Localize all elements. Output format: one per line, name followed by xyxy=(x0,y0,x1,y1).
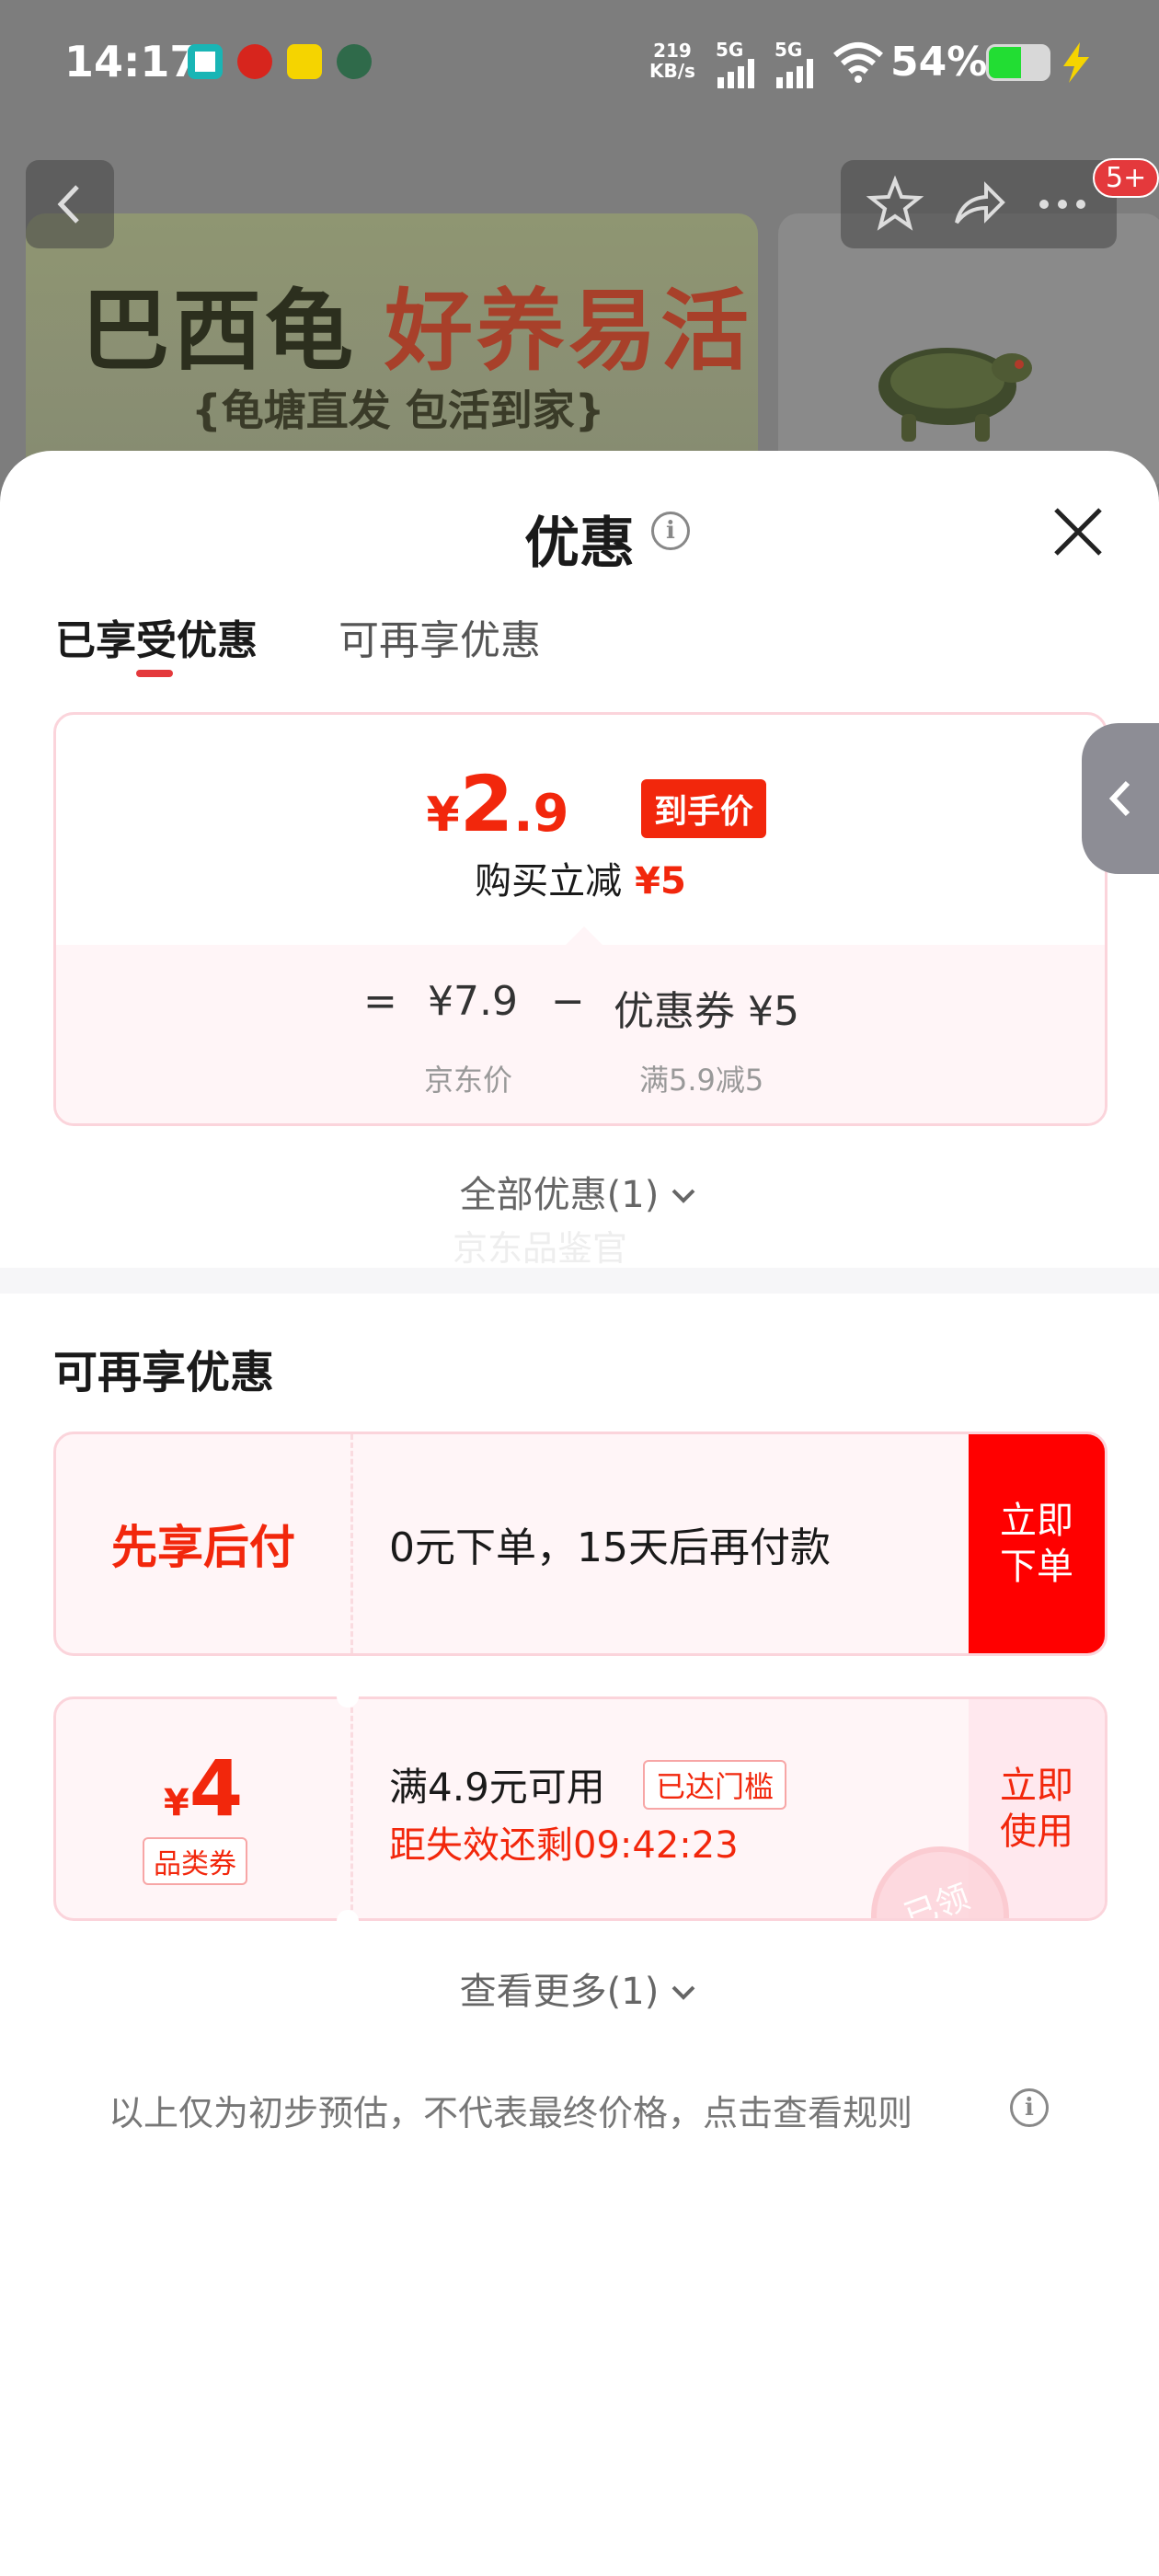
coupon-deduction: 优惠券 ¥5 xyxy=(614,988,799,1035)
sheet-title: 优惠 xyxy=(524,512,635,576)
rules-info-icon[interactable]: i xyxy=(1010,2088,1049,2127)
price-formula-panel xyxy=(56,945,1105,1123)
card-notch xyxy=(564,926,604,947)
base-price-label: 京东价 xyxy=(424,1063,513,1098)
battery-fill xyxy=(989,47,1021,78)
battery-percent: 54% xyxy=(890,39,988,86)
saving-label: 购买立减 xyxy=(475,860,623,903)
ticket-cutout xyxy=(337,1910,359,1932)
coupon-currency: ¥ xyxy=(163,1782,189,1824)
notification-badge: 5+ xyxy=(1093,158,1159,198)
app-notification-icon xyxy=(188,44,223,79)
banner-title: 巴西龟 好养易活 xyxy=(81,259,752,387)
order-now-button[interactable]: 立即 下单 xyxy=(969,1434,1105,1653)
bnpl-description: 0元下单，15天后再付款 xyxy=(389,1524,831,1571)
side-drawer-handle[interactable] xyxy=(1082,723,1159,874)
app-notification-icon xyxy=(237,44,272,79)
all-offers-toggle[interactable]: 全部优惠(1) xyxy=(0,1165,1159,1218)
base-price: ¥7.9 xyxy=(428,978,518,1025)
signal-bars-icon xyxy=(776,59,813,88)
wifi-icon xyxy=(833,42,883,83)
bnpl-offer-card: 先享后付 0元下单，15天后再付款 立即 下单 xyxy=(53,1432,1107,1656)
coupon-category-tag: 品类券 xyxy=(143,1837,247,1885)
coupon-amount: ¥4 xyxy=(56,1743,350,1834)
banner-title-b: 好养易活 xyxy=(384,280,752,383)
signal-2-label: 5G xyxy=(775,39,803,61)
all-offers-label: 全部优惠(1) xyxy=(459,1174,660,1216)
app-notification-icon xyxy=(287,44,322,79)
more-icon[interactable] xyxy=(1033,175,1092,234)
signal-1-icon: 5G xyxy=(716,39,760,88)
threshold-met-badge: 已达门槛 xyxy=(643,1760,787,1810)
tab-enjoyed-offers[interactable]: 已享受优惠 xyxy=(55,607,258,666)
share-icon[interactable] xyxy=(949,175,1008,234)
chevron-left-icon xyxy=(57,185,79,224)
price-disclaimer[interactable]: 以上仅为初步预估，不代表最终价格，点击查看规则 xyxy=(109,2085,912,2135)
equals-sign: = xyxy=(363,978,397,1025)
coupon-condition: 满4.9元可用 xyxy=(389,1765,605,1810)
product-banner: 巴西龟 好养易活 {龟塘直发 包活到家} xyxy=(26,213,758,489)
coupon-condition-label: 满5.9减5 xyxy=(639,1063,764,1098)
section-divider xyxy=(0,1268,1159,1294)
use-now-label: 立即 使用 xyxy=(1000,1765,1073,1853)
dashed-separator xyxy=(350,1434,353,1653)
coupon-value-panel: ¥4 品类券 xyxy=(56,1699,350,1918)
price-integer: 2 xyxy=(459,759,514,849)
net-speed-value: 219 xyxy=(653,40,692,62)
coupon-countdown: 距失效还剩09:42:23 xyxy=(389,1824,739,1867)
signal-2-icon: 5G xyxy=(775,39,819,88)
category-coupon-card: ¥4 品类券 满4.9元可用 已达门槛 距失效还剩09:42:23 立即 使用 … xyxy=(53,1696,1107,1921)
chevron-down-icon xyxy=(671,1985,695,2000)
signal-1-label: 5G xyxy=(716,39,744,61)
ticket-cutout xyxy=(337,1685,359,1708)
back-button[interactable] xyxy=(26,160,114,248)
price-breakdown-card: ¥2.9 到手价 购买立减 ¥5 = ¥7.9 − 优惠券 ¥5 京东价 满5.9… xyxy=(53,712,1107,1126)
final-price: ¥2.9 xyxy=(56,759,1105,849)
dashed-separator xyxy=(350,1699,353,1918)
chevron-left-icon xyxy=(1108,780,1130,817)
saving-amount: ¥5 xyxy=(635,860,686,903)
coupon-amount-value: 4 xyxy=(189,1743,244,1834)
battery-icon xyxy=(986,44,1050,81)
banner-subtitle: {龟塘直发 包活到家} xyxy=(191,385,605,435)
banner-title-a: 巴西龟 xyxy=(81,280,357,383)
network-speed: 219 KB/s xyxy=(649,40,695,81)
final-price-tag: 到手价 xyxy=(641,779,767,838)
minus-sign: − xyxy=(551,978,585,1025)
top-action-bar xyxy=(841,160,1117,248)
info-icon[interactable]: i xyxy=(651,512,690,550)
star-favorite-icon[interactable] xyxy=(866,175,924,234)
price-decimal: .9 xyxy=(513,784,569,844)
tab-available-offers[interactable]: 可再享优惠 xyxy=(339,607,541,666)
available-offers-heading: 可再享优惠 xyxy=(53,1347,275,1398)
turtle-image xyxy=(878,348,1032,442)
instant-saving: 购买立减 ¥5 xyxy=(56,851,1105,904)
active-tab-indicator xyxy=(136,670,173,677)
avatar-notification-icon xyxy=(337,44,372,79)
watermark-text: 京东品鉴官 xyxy=(453,1228,628,1269)
price-currency: ¥ xyxy=(426,788,460,843)
see-more-label: 查看更多(1) xyxy=(459,1971,660,2013)
order-now-label: 立即 下单 xyxy=(1000,1500,1073,1588)
clock: 14:17 xyxy=(64,37,200,86)
signal-bars-icon xyxy=(717,59,754,88)
chevron-down-icon xyxy=(671,1189,695,1203)
close-button[interactable] xyxy=(1049,502,1107,561)
net-speed-unit: KB/s xyxy=(649,60,695,82)
charging-bolt-icon xyxy=(1063,42,1089,83)
status-bar: 14:17 219 KB/s 5G 5G 54% xyxy=(0,0,1159,129)
bnpl-title: 先享后付 xyxy=(111,1521,295,1574)
see-more-toggle[interactable]: 查看更多(1) xyxy=(0,1961,1159,2015)
